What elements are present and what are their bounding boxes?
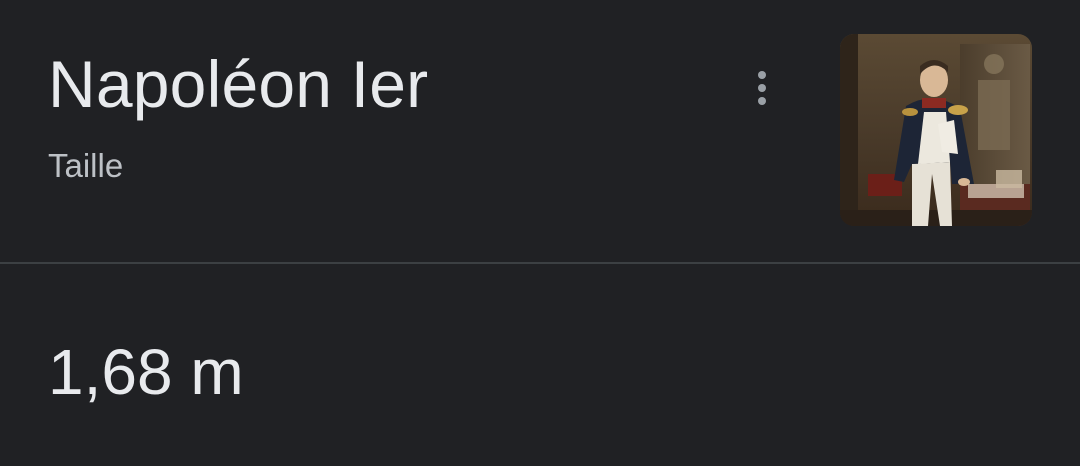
- more-vert-icon-dot: [758, 97, 766, 105]
- entity-title: Napoléon Ier: [48, 47, 429, 121]
- attribute-label: Taille: [48, 147, 124, 184]
- more-vert-icon: [758, 71, 766, 79]
- entity-thumbnail[interactable]: [840, 34, 1032, 226]
- more-vert-icon-dot: [758, 84, 766, 92]
- section-divider: [0, 262, 1080, 264]
- answer-value: 1,68 m: [48, 336, 244, 408]
- more-options-button[interactable]: [736, 60, 788, 116]
- answer-card: Napoléon Ier Taille 1,68 m: [0, 0, 1080, 466]
- portrait-painting-image: [840, 34, 1032, 226]
